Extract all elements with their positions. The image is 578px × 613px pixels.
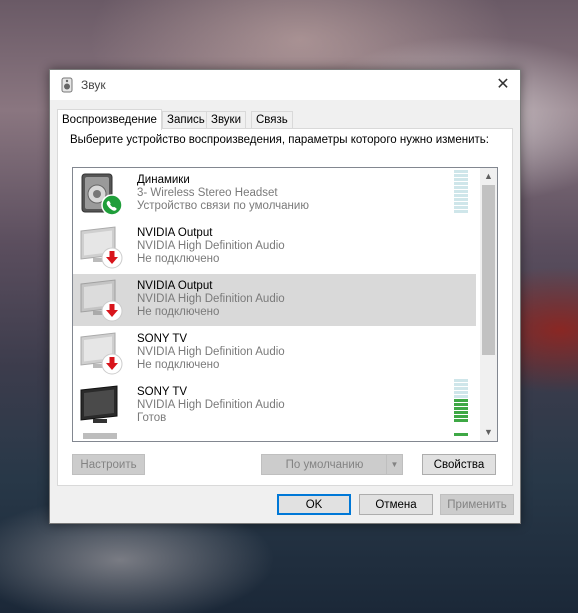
- device-item-partial[interactable]: [73, 433, 476, 441]
- tab-communications[interactable]: Связь: [251, 111, 293, 129]
- meter-segment: [454, 399, 468, 402]
- set-default-label: По умолчанию: [285, 459, 364, 471]
- window-title: Звук: [81, 78, 106, 92]
- volume-meter: [454, 170, 468, 214]
- meter-segment: [454, 210, 468, 213]
- cancel-button[interactable]: Отмена: [359, 494, 433, 515]
- phone-badge-icon: [101, 194, 123, 216]
- device-model: NVIDIA High Definition Audio: [137, 293, 285, 305]
- tab-recording[interactable]: Запись: [162, 111, 210, 129]
- meter-segment: [454, 395, 468, 398]
- meter-segment: [454, 403, 468, 406]
- meter-segment: [454, 190, 468, 193]
- meter-segment: [454, 387, 468, 390]
- meter-segment: [454, 178, 468, 181]
- device-status: Устройство связи по умолчанию: [137, 200, 309, 212]
- meter-segment: [454, 391, 468, 394]
- monitor-disconnected-icon: [80, 279, 123, 322]
- device-model: 3- Wireless Stereo Headset: [137, 187, 278, 199]
- headset-speaker-icon: [81, 173, 123, 216]
- meter-segment: [454, 415, 468, 418]
- device-status: Не подключено: [137, 253, 220, 265]
- meter-segment: [454, 407, 468, 410]
- meter-segment: [454, 202, 468, 205]
- meter-segment: [454, 206, 468, 209]
- scroll-up-arrow-icon[interactable]: ▲: [480, 168, 497, 185]
- tab-sounds[interactable]: Звуки: [206, 111, 247, 129]
- monitor-ready-icon: [80, 385, 118, 423]
- scroll-down-arrow-icon[interactable]: ▼: [480, 424, 497, 441]
- device-model: NVIDIA High Definition Audio: [137, 240, 285, 252]
- meter-segment: [454, 174, 468, 177]
- scroll-thumb[interactable]: [482, 185, 495, 355]
- set-default-button[interactable]: По умолчанию ▼: [261, 454, 403, 475]
- device-status: Не подключено: [137, 359, 220, 371]
- monitor-disconnected-icon: [80, 332, 123, 375]
- close-button[interactable]: ✕: [486, 70, 520, 100]
- ok-button[interactable]: OK: [277, 494, 351, 515]
- device-item-sony-tv-1[interactable]: SONY TV NVIDIA High Definition Audio Не …: [73, 327, 476, 379]
- device-model: NVIDIA High Definition Audio: [137, 399, 285, 411]
- device-model: NVIDIA High Definition Audio: [137, 346, 285, 358]
- sound-dialog: Звук ✕ Воспроизведение Запись Звуки Связ…: [49, 69, 521, 524]
- device-list[interactable]: Динамики 3- Wireless Stereo Headset Устр…: [72, 167, 498, 442]
- device-item-nvidia-output-2[interactable]: NVIDIA Output NVIDIA High Definition Aud…: [73, 274, 476, 326]
- meter-segment: [454, 182, 468, 185]
- device-name: Динамики: [137, 174, 190, 186]
- meter-segment: [454, 383, 468, 386]
- meter-segment: [454, 379, 468, 382]
- device-name: SONY TV: [137, 333, 188, 345]
- meter-segment: [454, 419, 468, 422]
- tab-playback[interactable]: Воспроизведение: [57, 109, 162, 130]
- meter-segment: [454, 170, 468, 173]
- device-list-scrollbar[interactable]: ▲ ▼: [480, 168, 497, 441]
- device-item-sony-tv-2[interactable]: SONY TV NVIDIA High Definition Audio Гот…: [73, 379, 476, 432]
- configure-button[interactable]: Настроить: [72, 454, 145, 475]
- device-status: Не подключено: [137, 306, 220, 318]
- properties-button[interactable]: Свойства: [422, 454, 496, 475]
- device-name: NVIDIA Output: [137, 227, 213, 239]
- device-status: Готов: [137, 412, 167, 424]
- meter-segment: [454, 194, 468, 197]
- volume-meter: [454, 379, 468, 423]
- device-item-speakers[interactable]: Динамики 3- Wireless Stereo Headset Устр…: [73, 168, 476, 220]
- device-item-nvidia-output-1[interactable]: NVIDIA Output NVIDIA High Definition Aud…: [73, 221, 476, 273]
- meter-segment: [454, 198, 468, 201]
- meter-segment: [454, 186, 468, 189]
- instruction-text: Выберите устройство воспроизведения, пар…: [70, 134, 489, 146]
- device-name: NVIDIA Output: [137, 280, 213, 292]
- monitor-disconnected-icon: [80, 226, 123, 269]
- device-name: SONY TV: [137, 386, 188, 398]
- playback-panel: Выберите устройство воспроизведения, пар…: [57, 128, 513, 486]
- apply-button[interactable]: Применить: [440, 494, 514, 515]
- title-bar[interactable]: Звук ✕: [50, 70, 520, 100]
- meter-segment: [454, 411, 468, 414]
- chevron-down-icon[interactable]: ▼: [386, 455, 402, 474]
- speaker-icon: [61, 77, 73, 93]
